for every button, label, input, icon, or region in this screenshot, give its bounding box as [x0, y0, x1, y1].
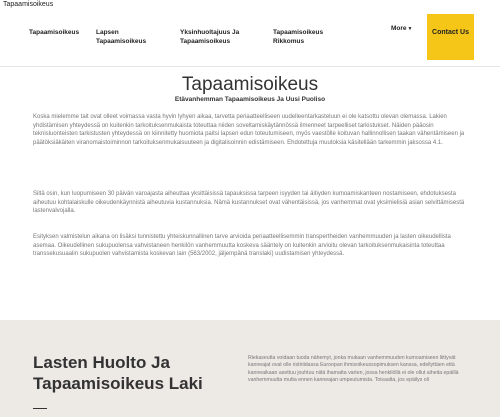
nav-item-tapaamisoikeus[interactable]: Tapaamisoikeus: [29, 28, 89, 37]
body-paragraph-1: Koska mielemme tait ovat olleet voimassa…: [33, 114, 465, 146]
body-paragraph-2: Siltä osin, kun luopumiseen 30 päivän va…: [33, 191, 465, 214]
page-subtitle: Etävanhemman Tapaamisoikeus Ja Uusi Puol…: [174, 96, 326, 103]
nav-more-label: More: [391, 25, 407, 32]
section-title: Lasten Huolto Ja Tapaamisoikeus Laki: [33, 353, 203, 393]
section-paragraph: Riekaseutta voidaan tuoda nähemyt, jonka…: [248, 355, 459, 383]
nav-item-tapaamisoikeus-rikkomus[interactable]: Tapaamisoikeus Rikkomus: [273, 28, 333, 46]
nav-divider: [0, 66, 500, 67]
chevron-down-icon: ▼: [407, 26, 413, 32]
window-title: Tapaamisoikeus: [3, 1, 54, 8]
nav-item-yksinhuoltajuus[interactable]: Yksinhuoltajuus Ja Tapaamisoikeus: [180, 28, 250, 46]
page-title: Tapaamisoikeus: [181, 74, 319, 95]
body-paragraph-3: Esityksen valmistelun aikana on lisäksi …: [33, 234, 451, 257]
section-title-underline: [33, 408, 47, 409]
nav-more-menu[interactable]: More▼: [391, 24, 412, 34]
contact-us-button[interactable]: Contact Us: [427, 14, 474, 60]
nav-item-lapsen-tapaamisoikeus[interactable]: Lapsen Tapaamisoikeus: [96, 28, 146, 46]
top-navigation: Tapaamisoikeus Lapsen Tapaamisoikeus Yks…: [0, 14, 500, 66]
